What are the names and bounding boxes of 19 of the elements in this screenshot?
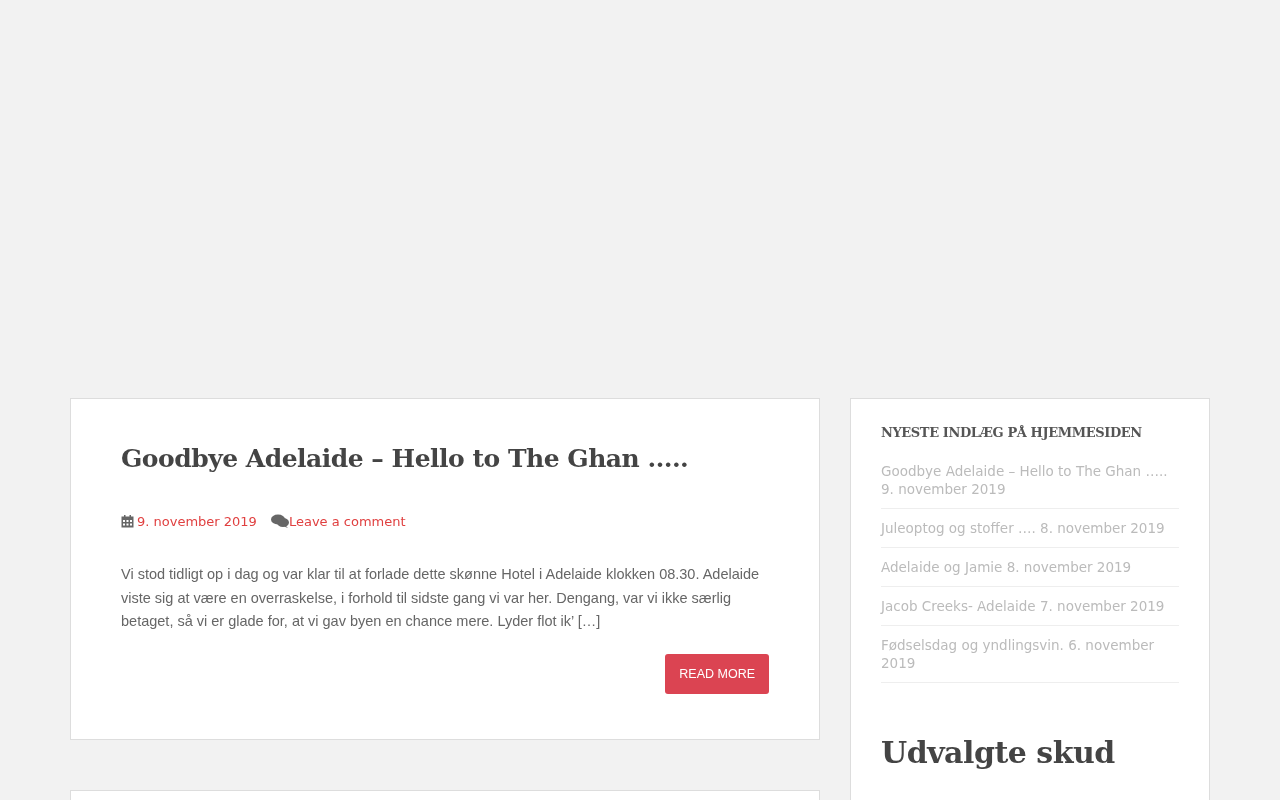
read-more-button[interactable]: READ MORE — [665, 653, 769, 694]
recent-post-entry: Juleoptog og stoffer …. 8. november 2019 — [881, 509, 1179, 548]
recent-post-link[interactable]: Juleoptog og stoffer …. — [881, 520, 1036, 536]
recent-post-link[interactable]: Adelaide og Jamie — [881, 559, 1003, 575]
comments-icon — [270, 514, 289, 528]
recent-post-link[interactable]: Jacob Creeks- Adelaide — [881, 598, 1036, 614]
recent-post-entry: Fødselsdag og yndlingsvin. 6. november 2019 — [881, 626, 1179, 683]
post-title[interactable]: Goodbye Adelaide – Hello to The Ghan ….. — [121, 437, 769, 481]
recent-post-entry: Adelaide og Jamie 8. november 2019 — [881, 548, 1179, 587]
recent-post-link[interactable]: Fødselsdag og yndlingsvin. — [881, 637, 1064, 653]
post-excerpt: Vi stod tidligt op i dag og var klar til at forlade dette skønne Hotel i Adelaide klokken 08.30. Adelaide viste sig at være en overraskelse, i forhold til sidste gang vi var her. Dengang, var vi ikke særlig betaget, så vi er glade for, at vi gav byen en chance mere. Lyder flot ik’ […] — [121, 565, 761, 631]
recent-post-entry: Goodbye Adelaide – Hello to The Ghan ….. 9. november 2019 — [881, 452, 1179, 509]
recent-post-link[interactable]: Goodbye Adelaide – Hello to The Ghan ….. — [881, 463, 1168, 479]
post-date-link[interactable]: 9. november 2019 — [137, 513, 257, 529]
recent-post-entry: Jacob Creeks- Adelaide 7. november 2019 — [881, 587, 1179, 626]
comment-link[interactable]: Leave a comment — [288, 513, 406, 529]
section-heading: Udvalgte skud — [881, 735, 1116, 770]
calendar-icon — [121, 514, 134, 528]
widget-heading: NYESTE INDLÆG PÅ HJEMMESIDEN — [881, 425, 1143, 440]
